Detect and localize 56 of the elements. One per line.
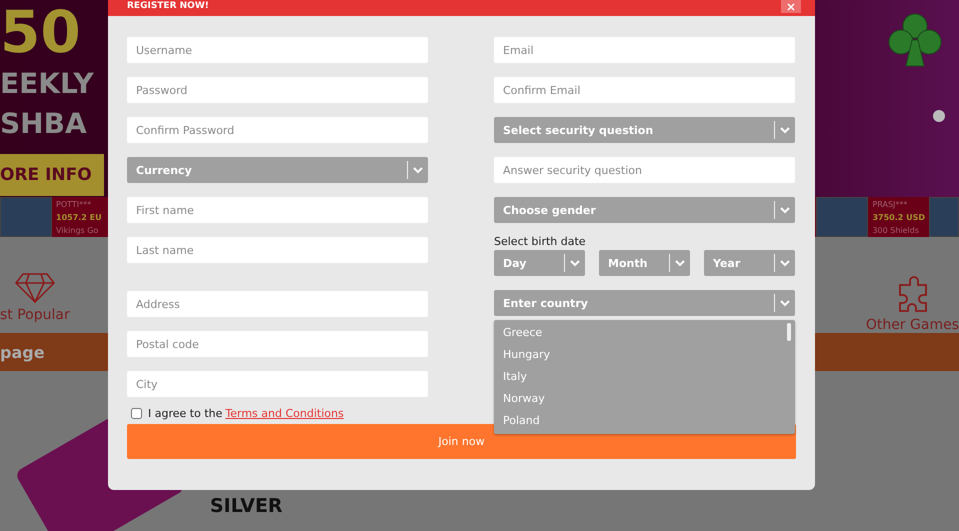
category-link[interactable]: Other Games	[866, 317, 959, 334]
chevron-down-icon	[780, 260, 790, 266]
dropdown-option[interactable]: Italy	[494, 366, 795, 388]
text-field[interactable]: First name	[127, 197, 428, 223]
chevron-down-icon	[780, 206, 790, 214]
text-field[interactable]: Postal code	[127, 331, 428, 357]
diamond-icon	[14, 273, 55, 304]
game-name: 300 Shields	[872, 224, 920, 237]
text-field[interactable]: Confirm Email	[494, 77, 795, 103]
text-field[interactable]: Last name	[127, 237, 428, 263]
dropdown-select[interactable]: Month	[599, 250, 690, 276]
text-field[interactable]: Email	[494, 37, 795, 63]
text-field[interactable]: City	[127, 371, 428, 397]
winner-name: PRASJ***	[872, 198, 908, 211]
dropdown-select[interactable]: Year	[704, 250, 795, 276]
close-button[interactable]	[781, 0, 801, 13]
nav-link[interactable]: page	[0, 342, 45, 362]
dropdown-select[interactable]: Enter country	[494, 290, 795, 316]
game-thumbnail[interactable]	[929, 197, 959, 238]
game-thumbnail[interactable]	[0, 197, 52, 238]
field-label: Select birth date	[494, 235, 587, 248]
agree-checkbox[interactable]	[131, 408, 142, 419]
dropdown-select[interactable]: Choose gender	[494, 197, 795, 223]
chevron-down-icon	[780, 126, 790, 134]
game-thumbnail[interactable]	[816, 197, 868, 238]
dropdown-option[interactable]: Hungary	[494, 344, 795, 366]
winner-name: POTTI***	[56, 198, 92, 211]
text-field[interactable]: Confirm Password	[127, 117, 428, 143]
text-field[interactable]: Username	[127, 37, 428, 63]
dropdown-option[interactable]: Norway	[494, 388, 795, 410]
dialog-title: REGISTER NOW!	[127, 0, 209, 13]
dropdown-select[interactable]: Select security question	[494, 117, 795, 143]
banner-amount: 50	[0, 0, 82, 64]
game-name: Vikings Go	[56, 224, 100, 237]
chevron-down-icon	[675, 260, 685, 266]
text-field[interactable]: Answer security question	[494, 157, 795, 183]
dropdown-option[interactable]: Greece	[494, 322, 795, 344]
category-link[interactable]: st Popular	[0, 307, 70, 324]
text-field[interactable]: Address	[127, 291, 428, 317]
banner-headline: EEKLY	[0, 66, 95, 102]
more-info-button[interactable]: ORE INFO	[0, 154, 104, 196]
text-field[interactable]: Password	[127, 77, 428, 103]
close-icon	[787, 2, 795, 10]
section-title: SILVER	[210, 495, 283, 520]
chevron-down-icon	[570, 260, 580, 266]
winner-amount: 1057.2 EU	[56, 212, 102, 224]
winner-amount: 3750.2 USD	[872, 212, 925, 224]
chevron-down-icon	[413, 166, 423, 174]
scrollbar-thumb[interactable]	[787, 323, 791, 341]
banner-headline: SHBA	[0, 106, 88, 142]
chevron-down-icon	[780, 300, 790, 306]
dropdown-select[interactable]: Currency	[127, 157, 428, 183]
terms-link[interactable]: Terms and Conditions	[225, 407, 344, 420]
agree-text: I agree to the	[148, 407, 222, 420]
dot-icon	[933, 110, 945, 122]
dropdown-select[interactable]: Day	[494, 250, 585, 276]
